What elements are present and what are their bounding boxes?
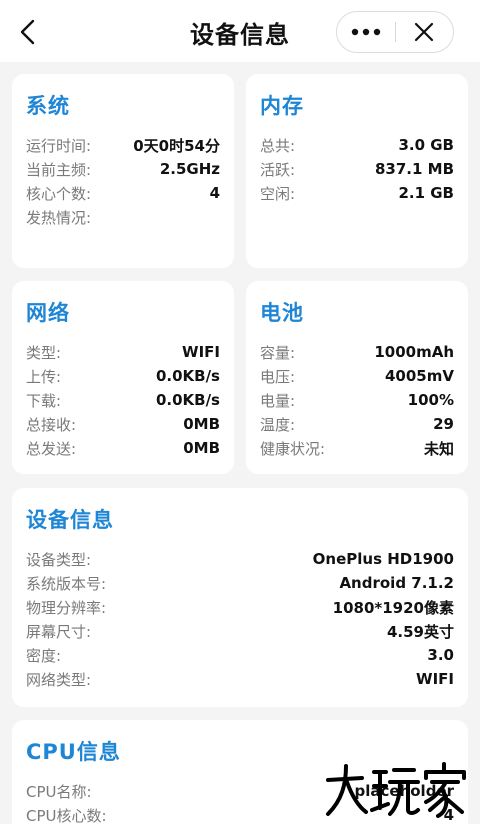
info-label: 当前主频: (26, 160, 92, 179)
info-value: 0.0KB/s (155, 367, 220, 385)
watermark-logo (322, 760, 472, 820)
device-info-card: 设备信息 设备类型: OnePlus HD1900 系统版本号: Android 7… (12, 488, 468, 707)
info-row: 健康状况: 未知 (260, 436, 454, 460)
info-value: Android 7.1.2 (339, 574, 454, 592)
info-value: 4 (209, 184, 220, 202)
info-row: 电压: 4005mV (260, 364, 454, 388)
info-value: 4.59英寸 (386, 622, 454, 641)
network-card: 网络 类型: WIFI 上传: 0.0KB/s 下载: 0.0KB/s 总接收: 0MB… (12, 281, 234, 474)
info-label: 空闲: (260, 184, 296, 203)
info-row: 系统版本号: Android 7.1.2 (26, 571, 454, 595)
info-value: 1000mAh (374, 343, 454, 361)
info-value: 837.1 MB (374, 160, 454, 178)
info-label: CPU核心数: (26, 806, 107, 824)
info-label: 屏幕尺寸: (26, 622, 92, 641)
info-label: 总发送: (26, 439, 77, 458)
more-dots-icon (351, 28, 380, 36)
info-label: 总接收: (26, 415, 77, 434)
info-value: WIFI (416, 670, 454, 688)
card-title: CPU信息 (26, 740, 121, 764)
memory-rows: 总共: 3.0 GB 活跃: 837.1 MB 空闲: 2.1 GB (260, 133, 454, 205)
info-label: 健康状况: (260, 439, 326, 458)
info-label: 类型: (26, 343, 62, 362)
card-title: 系统 (26, 94, 70, 118)
info-value: 2.5GHz (159, 160, 220, 178)
info-value: 0MB (183, 415, 220, 433)
info-label: 容量: (260, 343, 296, 362)
info-value: 100% (407, 391, 454, 409)
info-label: 电压: (260, 367, 296, 386)
info-value: 3.0 (427, 646, 454, 664)
info-value: 0天0时54分 (133, 136, 220, 155)
info-label: 上传: (26, 367, 62, 386)
info-row: 发热情况: (26, 205, 220, 229)
info-label: 物理分辨率: (26, 598, 107, 617)
info-row: 网络类型: WIFI (26, 667, 454, 691)
info-value: 1080*1920像素 (332, 598, 454, 617)
info-row: 屏幕尺寸: 4.59英寸 (26, 619, 454, 643)
info-value: 0MB (183, 439, 220, 457)
info-value: 未知 (423, 439, 454, 458)
info-label: 运行时间: (26, 136, 92, 155)
system-card: 系统 运行时间: 0天0时54分 当前主频: 2.5GHz 核心个数: 4 发热情况: (12, 74, 234, 268)
info-row: 电量: 100% (260, 388, 454, 412)
info-value: OnePlus HD1900 (312, 550, 454, 568)
nav-bar: 设备信息 (0, 0, 480, 62)
close-icon (415, 22, 434, 42)
info-label: 系统版本号: (26, 574, 107, 593)
info-label: CPU名称: (26, 782, 92, 801)
info-row: 温度: 29 (260, 412, 454, 436)
info-row: 核心个数: 4 (26, 181, 220, 205)
battery-card: 电池 容量: 1000mAh 电压: 4005mV 电量: 100% 温度: 29 健康… (246, 281, 468, 474)
info-value: 3.0 GB (398, 136, 454, 154)
info-row: 密度: 3.0 (26, 643, 454, 667)
mini-program-capsule (336, 11, 454, 53)
info-row: 容量: 1000mAh (260, 340, 454, 364)
info-value: 29 (433, 415, 454, 433)
info-row: 总发送: 0MB (26, 436, 220, 460)
info-row: 上传: 0.0KB/s (26, 364, 220, 388)
memory-card: 内存 总共: 3.0 GB 活跃: 837.1 MB 空闲: 2.1 GB (246, 74, 468, 268)
info-row: 下载: 0.0KB/s (26, 388, 220, 412)
battery-rows: 容量: 1000mAh 电压: 4005mV 电量: 100% 温度: 29 健康状况:… (260, 340, 454, 460)
info-label: 网络类型: (26, 670, 92, 689)
info-value: 0.0KB/s (155, 391, 220, 409)
more-button[interactable] (337, 12, 395, 52)
info-label: 活跃: (260, 160, 296, 179)
info-label: 总共: (260, 136, 296, 155)
info-label: 下载: (26, 391, 62, 410)
info-row: 当前主频: 2.5GHz (26, 157, 220, 181)
info-row: 活跃: 837.1 MB (260, 157, 454, 181)
info-label: 电量: (260, 391, 296, 410)
info-row: 类型: WIFI (26, 340, 220, 364)
card-title: 设备信息 (26, 508, 114, 532)
card-title: 网络 (26, 301, 70, 325)
info-label: 设备类型: (26, 550, 92, 569)
info-row: 运行时间: 0天0时54分 (26, 133, 220, 157)
card-title: 内存 (260, 94, 304, 118)
info-row: 总共: 3.0 GB (260, 133, 454, 157)
close-button[interactable] (395, 12, 453, 52)
network-rows: 类型: WIFI 上传: 0.0KB/s 下载: 0.0KB/s 总接收: 0MB 总发… (26, 340, 220, 460)
info-row: 总接收: 0MB (26, 412, 220, 436)
info-value: 2.1 GB (398, 184, 454, 202)
info-value: 4005mV (385, 367, 454, 385)
info-label: 密度: (26, 646, 62, 665)
info-label: 发热情况: (26, 208, 92, 227)
system-rows: 运行时间: 0天0时54分 当前主频: 2.5GHz 核心个数: 4 发热情况: (26, 133, 220, 229)
info-row: 空闲: 2.1 GB (260, 181, 454, 205)
device-rows: 设备类型: OnePlus HD1900 系统版本号: Android 7.1.2 … (26, 547, 454, 691)
info-label: 温度: (260, 415, 296, 434)
info-label: 核心个数: (26, 184, 92, 203)
info-row: 设备类型: OnePlus HD1900 (26, 547, 454, 571)
info-row: 物理分辨率: 1080*1920像素 (26, 595, 454, 619)
card-title: 电池 (260, 301, 304, 325)
info-value: WIFI (182, 343, 220, 361)
